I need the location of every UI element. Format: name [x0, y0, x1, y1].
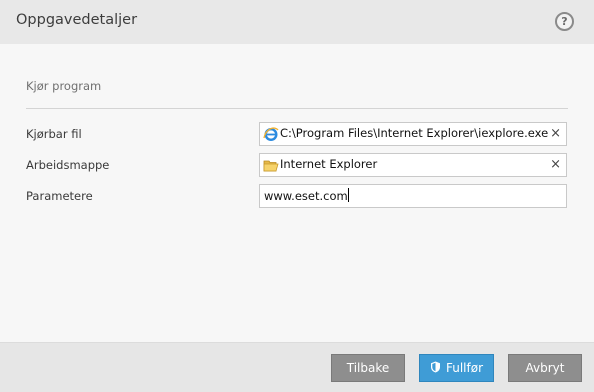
working-dir-label: Arbeidsmappe: [26, 158, 110, 172]
text-caret: [347, 188, 349, 202]
executable-label: Kjørbar fil: [26, 127, 82, 141]
back-button[interactable]: Tilbake: [331, 354, 405, 382]
clear-working-dir-icon[interactable]: ×: [550, 157, 561, 172]
window-title: Oppgavedetaljer: [16, 12, 138, 28]
section-divider: [26, 108, 568, 109]
cancel-button[interactable]: Avbryt: [508, 354, 582, 382]
internet-explorer-icon: [263, 127, 279, 141]
shield-icon: [430, 361, 440, 373]
executable-field[interactable]: C:\Program Files\Internet Explorer\iexpl…: [259, 122, 567, 146]
executable-path: C:\Program Files\Internet Explorer\iexpl…: [280, 126, 549, 140]
section-title: Kjør program: [26, 79, 102, 93]
finish-label: Fullfør: [445, 361, 484, 375]
parameters-label: Parametere: [26, 189, 93, 203]
working-dir-field[interactable]: Internet Explorer ×: [259, 153, 567, 177]
help-icon[interactable]: ?: [555, 12, 574, 31]
title-bar: Oppgavedetaljer ?: [0, 0, 594, 44]
parameters-text: www.eset.com: [264, 189, 348, 203]
finish-button[interactable]: Fullfør: [419, 354, 494, 382]
task-details-panel: Kjør program Kjørbar fil C:\Program File…: [0, 44, 594, 342]
folder-icon: [263, 160, 279, 172]
parameters-input[interactable]: www.eset.com: [259, 184, 567, 208]
button-bar: Tilbake Fullfør Avbryt: [0, 342, 594, 392]
parameters-value: www.eset.com: [264, 188, 349, 203]
working-dir-path: Internet Explorer: [280, 157, 378, 171]
clear-executable-icon[interactable]: ×: [550, 126, 561, 141]
